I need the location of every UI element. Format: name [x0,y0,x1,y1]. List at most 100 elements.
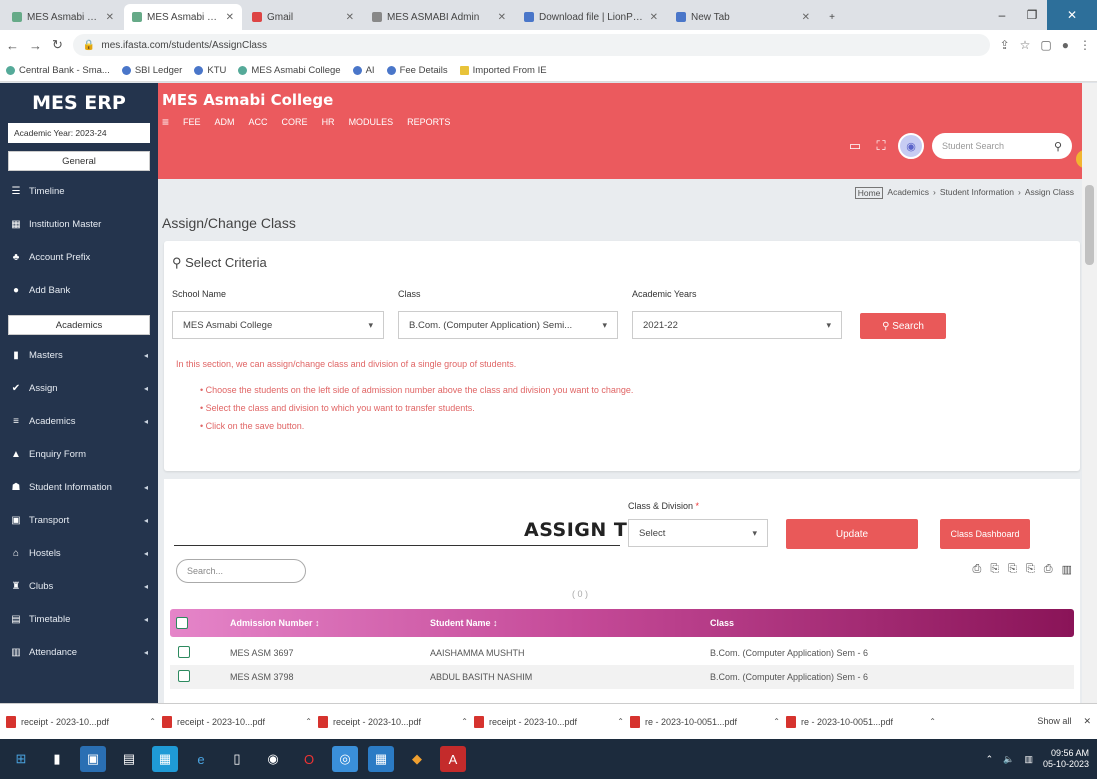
academic-year-select[interactable]: Academic Year: 2023-24 [8,123,150,143]
browser-tab[interactable]: MES ASMABI Admin ✕ [364,4,514,30]
sidebar-item-masters[interactable]: ▮ Masters ◂ [0,339,158,372]
bookmark[interactable]: Fee Details [386,65,448,76]
edge-icon[interactable]: e [188,746,214,772]
menu-core[interactable]: CORE [282,117,308,127]
sidebar-item-institution-master[interactable]: ▦ Institution Master [0,208,158,241]
excel-icon[interactable]: ⎘ [1026,563,1035,576]
download-item[interactable]: receipt - 2023-10...pdf ⌃ [318,715,468,728]
browser-tab[interactable]: New Tab ✕ [668,4,818,30]
acrobat-icon[interactable]: A [440,746,466,772]
close-tab-icon[interactable]: ✕ [498,12,506,23]
chevron-up-icon[interactable]: ⌃ [461,717,468,726]
col-student-name[interactable]: Student Name ↕ [430,618,710,628]
close-tab-icon[interactable]: ✕ [226,12,234,23]
sidebar-item-student-information[interactable]: ☗ Student Information ◂ [0,471,158,504]
search-icon[interactable]: ⚲ [1054,140,1062,153]
col-class[interactable]: Class [710,618,1074,628]
class-division-select[interactable]: Select ▾ [628,519,768,547]
csv-icon[interactable]: ⎘ [1008,563,1017,576]
update-button[interactable]: Update [786,519,918,549]
bookmark[interactable]: SBI Ledger [121,65,182,76]
close-tab-icon[interactable]: ✕ [346,12,354,23]
show-all-button[interactable]: Show all [1037,716,1071,727]
row-checkbox[interactable] [178,646,190,658]
new-tab-button[interactable]: + [820,4,844,30]
menu-hr[interactable]: HR [322,117,335,127]
url-field[interactable]: 🔒 mes.ifasta.com/students/AssignClass [72,34,990,56]
class-select[interactable]: B.Com. (Computer Application) Semi... ▾ [398,311,618,339]
menu-adm[interactable]: ADM [215,117,235,127]
sidebar-item-assign[interactable]: ✔ Assign ◂ [0,372,158,405]
class-dashboard-button[interactable]: Class Dashboard [940,519,1030,549]
reload-icon[interactable]: ↻ [52,37,63,53]
bookmark[interactable]: MES Asmabi College [238,65,341,76]
school-select[interactable]: MES Asmabi College ▾ [172,311,384,339]
page-scrollbar[interactable] [1082,179,1097,703]
sidebar-item-clubs[interactable]: ♜ Clubs ◂ [0,570,158,603]
sidebar-item-academics[interactable]: ≡ Academics ◂ [0,405,158,438]
chevron-up-icon[interactable]: ⌃ [929,717,936,726]
network-icon[interactable]: ▥ [1024,754,1033,765]
student-search-input[interactable]: Student Search ⚲ [932,133,1072,159]
download-item[interactable]: receipt - 2023-10...pdf ⌃ [474,715,624,728]
close-tab-icon[interactable]: ✕ [802,12,810,23]
sidebar-item-attendance[interactable]: ▥ Attendance ◂ [0,636,158,669]
menu-fee[interactable]: FEE [183,117,201,127]
close-window-icon[interactable]: ✕ [1047,0,1097,30]
monitor-icon[interactable]: ▭ [846,137,864,155]
file-icon[interactable]: ▯ [224,746,250,772]
media-icon[interactable]: ◉ [260,746,286,772]
sidebar-item-timetable[interactable]: ▤ Timetable ◂ [0,603,158,636]
sidebar-item-add-bank[interactable]: ● Add Bank [0,274,158,307]
copy-icon[interactable]: ⎘ [990,563,999,576]
print-icon[interactable]: ⎙ [973,563,982,576]
opera-icon[interactable]: O [296,746,322,772]
sidebar-item-enquiry-form[interactable]: ▲ Enquiry Form [0,438,158,471]
task-view-icon[interactable]: ▮ [44,746,70,772]
minimize-icon[interactable]: – [987,0,1017,30]
download-item[interactable]: receipt - 2023-10...pdf ⌃ [162,715,312,728]
sidepanel-icon[interactable]: ▢ [1040,38,1051,52]
browser-tab[interactable]: Download file | LionPDF ✕ [516,4,666,30]
star-icon[interactable]: ☆ [1020,38,1031,52]
app-logo[interactable]: MES ERP [0,83,158,123]
chevron-up-icon[interactable]: ⌃ [617,717,624,726]
menu-kebab-icon[interactable]: ⋮ [1079,38,1091,52]
bookmark[interactable]: Central Bank - Sma... [6,65,110,76]
browser-tab[interactable]: Gmail ✕ [244,4,362,30]
sidebar-item-timeline[interactable]: ☰ Timeline [0,175,158,208]
download-item[interactable]: receipt - 2023-10...pdf ⌃ [6,715,156,728]
close-downloads-icon[interactable]: ✕ [1083,716,1091,727]
maximize-icon[interactable]: ❐ [1017,0,1047,30]
hamburger-icon[interactable]: ≡ [162,115,169,129]
select-all-checkbox[interactable] [176,617,188,629]
close-tab-icon[interactable]: ✕ [650,12,658,23]
breadcrumb-home[interactable]: Home [854,187,884,199]
bookmark-folder[interactable]: Imported From IE [459,65,547,76]
close-tab-icon[interactable]: ✕ [106,12,114,23]
table-search-input[interactable]: Search... [176,559,306,583]
breadcrumb-item[interactable]: Student Information [940,187,1014,199]
chrome-icon[interactable]: ◎ [332,746,358,772]
menu-reports[interactable]: REPORTS [407,117,450,127]
windows-start-icon[interactable]: ⊞ [8,746,34,772]
forward-icon[interactable]: → [29,38,42,53]
tray-arrow-icon[interactable]: ⌃ [986,754,994,765]
menu-acc[interactable]: ACC [249,117,268,127]
chevron-up-icon[interactable]: ⌃ [149,717,156,726]
chevron-up-icon[interactable]: ⌃ [305,717,312,726]
store-icon[interactable]: ▦ [152,746,178,772]
avatar[interactable]: ◉ [898,133,924,159]
sidebar-item-account-prefix[interactable]: ♣ Account Prefix [0,241,158,274]
menu-modules[interactable]: MODULES [349,117,394,127]
columns-icon[interactable]: ▥ [1062,563,1072,576]
sidebar-item-transport[interactable]: ▣ Transport ◂ [0,504,158,537]
calculator-icon[interactable]: ▦ [368,746,394,772]
academic-year-select[interactable]: 2021-22 ▾ [632,311,842,339]
app-icon[interactable]: ▤ [116,746,142,772]
chevron-up-icon[interactable]: ⌃ [773,717,780,726]
table-row[interactable]: MES ASM 3798 ABDUL BASITH NASHIM B.Com. … [170,665,1074,689]
row-checkbox[interactable] [178,670,190,682]
search-button[interactable]: ⚲ Search [860,313,946,339]
bookmark[interactable]: KTU [194,65,226,76]
